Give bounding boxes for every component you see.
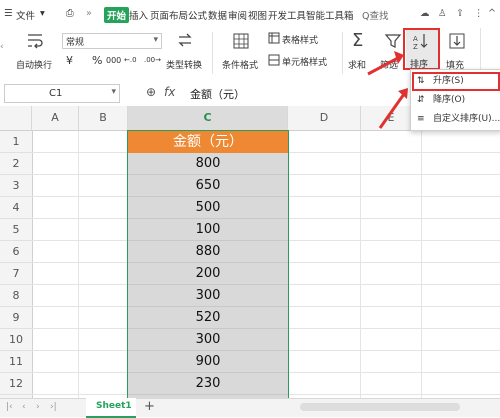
percent-button[interactable]: %	[92, 54, 102, 67]
file-menu[interactable]: 文件	[16, 8, 35, 22]
increase-decimal-button[interactable]: .00→	[144, 56, 161, 64]
row-header[interactable]: 3	[0, 175, 33, 197]
row-header[interactable]: 5	[0, 219, 33, 241]
arrow-head-sort	[394, 51, 404, 64]
column-header-c[interactable]: C	[128, 106, 288, 131]
row-header[interactable]: 6	[0, 241, 33, 263]
menu-label-custom: 自定义排序(U)...	[433, 114, 500, 124]
more-icon[interactable]: »	[86, 8, 92, 19]
scroll-left-icon[interactable]: ‹	[0, 42, 4, 52]
row-header[interactable]: 9	[0, 307, 33, 329]
next-sheet-icon[interactable]: ›	[36, 402, 40, 412]
menu-label-descending: 降序(O)	[433, 95, 466, 105]
tab-start[interactable]: 开始	[104, 7, 130, 23]
column-selection-border	[127, 130, 289, 400]
horizontal-scrollbar[interactable]	[300, 403, 460, 411]
sheet-tab-label: Sheet1	[96, 401, 132, 411]
tab-formula[interactable]: 公式	[188, 8, 207, 22]
prev-sheet-icon[interactable]: ‹	[22, 402, 26, 412]
conditional-format-icon	[233, 33, 249, 49]
column-header-b[interactable]: B	[79, 106, 128, 131]
menu-item-descending[interactable]: ⇵ 降序(O)	[411, 91, 500, 109]
column-header-d[interactable]: D	[288, 106, 361, 131]
table-style-icon	[268, 32, 280, 44]
arrow-to-sort	[367, 56, 399, 76]
menu-item-custom-sort[interactable]: ≡ 自定义排序(U)...	[411, 110, 500, 128]
more-options-icon[interactable]: ⋮	[474, 8, 484, 19]
column-header-a[interactable]: A	[32, 106, 79, 131]
chevron-down-icon: ▾	[153, 35, 158, 45]
custom-sort-icon: ≡	[417, 114, 425, 124]
thousands-button[interactable]: 000	[106, 56, 121, 65]
spreadsheet-grid: A B C D E 12345678910111213 金额（元） 800650…	[0, 106, 500, 417]
row-header[interactable]: 10	[0, 329, 33, 351]
tab-review[interactable]: 审阅	[228, 8, 247, 22]
collapse-icon[interactable]: ^	[488, 8, 496, 19]
user-icon[interactable]: ♙	[438, 8, 447, 19]
wrap-text-button[interactable]: 自动换行	[16, 58, 52, 71]
sheet-tab-bar: |‹ ‹ › ›| Sheet1 +	[0, 398, 500, 418]
row-header[interactable]: 11	[0, 351, 33, 373]
sort-descending-icon: ⇵	[417, 95, 425, 105]
row-header[interactable]: 12	[0, 373, 33, 395]
type-convert-icon	[178, 33, 192, 47]
menu-bar: ☰ 文件 ▾ ⎙ » 开始 插入 页面布局 公式 数据 审阅 视图 开发工具 智…	[0, 0, 500, 29]
row-header[interactable]: 1	[0, 131, 33, 153]
row-header[interactable]: 7	[0, 263, 33, 285]
cell-ref: C1	[49, 88, 63, 99]
first-sheet-icon[interactable]: |‹	[6, 402, 13, 412]
decrease-decimal-button[interactable]: ←.0	[124, 56, 137, 64]
tab-view[interactable]: 视图	[248, 8, 267, 22]
last-sheet-icon[interactable]: ›|	[50, 402, 57, 412]
table-style-button[interactable]: 表格样式	[282, 33, 318, 46]
row-header[interactable]: 2	[0, 153, 33, 175]
chevron-down-icon: ▾	[111, 87, 116, 97]
row-header[interactable]: 4	[0, 197, 33, 219]
fill-icon	[449, 33, 465, 49]
tab-page-layout[interactable]: 页面布局	[150, 8, 188, 22]
add-sheet-button[interactable]: +	[144, 399, 155, 414]
zoom-icon[interactable]: ⊕	[146, 85, 156, 99]
number-format-select[interactable]: 常规 ▾	[62, 33, 162, 49]
row-header[interactable]: 8	[0, 285, 33, 307]
number-format-value: 常规	[66, 38, 85, 48]
sort-dropdown-menu: ⇅ 升序(S) ⇵ 降序(O) ≡ 自定义排序(U)...	[410, 69, 500, 131]
name-box[interactable]: C1 ▾	[4, 84, 120, 103]
function-icon[interactable]: fx	[164, 85, 175, 99]
cloud-icon[interactable]: ☁	[420, 8, 430, 19]
ribbon-divider	[342, 32, 343, 74]
save-icon[interactable]: ⎙	[66, 8, 74, 19]
conditional-format-button[interactable]: 条件格式	[222, 58, 258, 71]
cells-def[interactable]	[288, 131, 500, 398]
annotation-box-ascending	[412, 72, 500, 91]
sheet-tab-sheet1[interactable]: Sheet1	[86, 398, 136, 418]
hamburger-icon[interactable]: ☰	[4, 8, 13, 19]
cells-ab[interactable]	[32, 131, 128, 398]
type-convert-button[interactable]: 类型转换	[166, 58, 202, 71]
wrap-text-icon	[28, 34, 43, 49]
select-all-corner[interactable]	[0, 106, 32, 131]
tab-data[interactable]: 数据	[208, 8, 227, 22]
share-icon[interactable]: ⇪	[456, 8, 464, 19]
cell-style-button[interactable]: 单元格样式	[282, 55, 327, 68]
arrow-to-ascending	[378, 93, 406, 129]
ribbon-divider	[212, 32, 213, 74]
search-box[interactable]: Q查找	[362, 8, 388, 22]
formula-input[interactable]: 金额（元）	[190, 86, 245, 102]
currency-button[interactable]: ¥	[66, 54, 73, 67]
tab-smart-toolbox[interactable]: 智能工具箱	[306, 8, 354, 22]
tab-insert[interactable]: 插入	[129, 8, 148, 22]
chevron-down-icon[interactable]: ▾	[40, 8, 45, 19]
tab-developer[interactable]: 开发工具	[268, 8, 306, 22]
cell-style-icon	[268, 54, 280, 66]
